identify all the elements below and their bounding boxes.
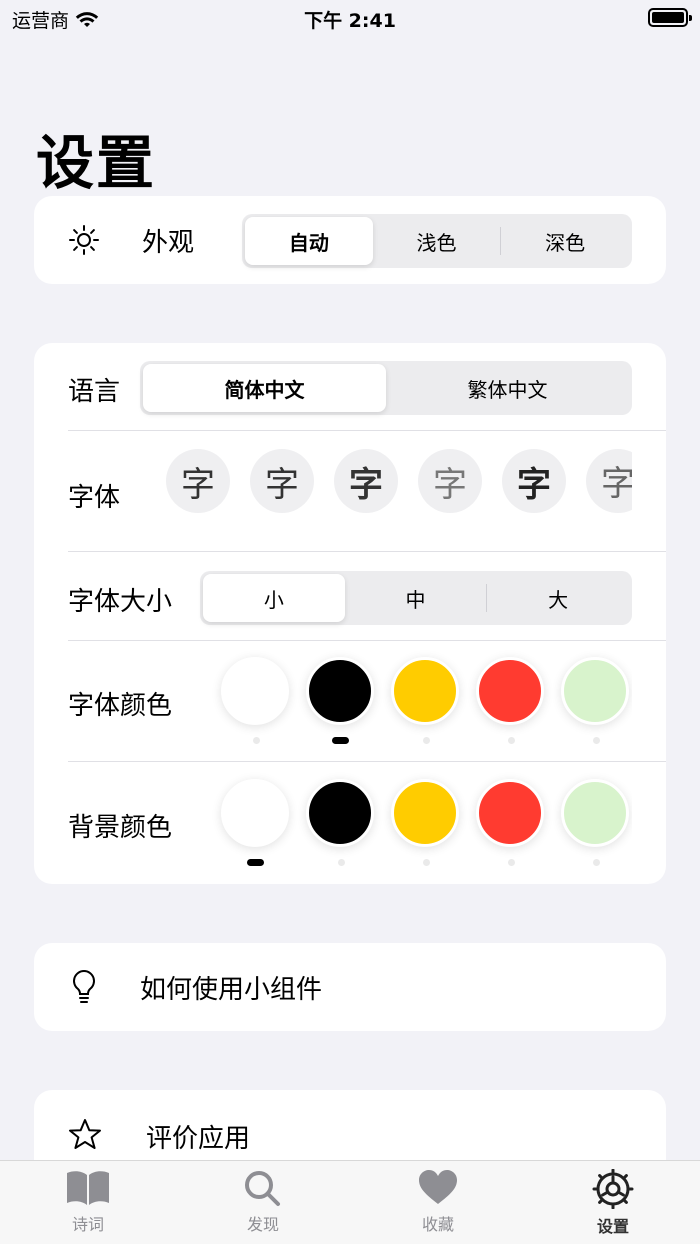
tab-label: 发现 — [246, 1215, 279, 1234]
font-color-red[interactable] — [476, 657, 544, 725]
font-size-option-small[interactable]: 小 — [203, 574, 345, 622]
divider — [68, 551, 666, 552]
rate-app-label: 评价应用 — [146, 1124, 251, 1154]
font-option-4[interactable]: 字 — [418, 449, 482, 513]
color-dot — [338, 859, 345, 866]
bg-color-selected-indicator — [247, 859, 264, 866]
font-size-segmented: 小 中 大 — [200, 571, 632, 625]
color-dot — [423, 859, 430, 866]
color-dot — [593, 737, 600, 744]
appearance-option-light[interactable]: 浅色 — [373, 217, 501, 265]
font-size-label: 字体大小 — [68, 587, 173, 617]
language-option-simplified[interactable]: 简体中文 — [143, 364, 386, 412]
search-icon — [245, 1171, 280, 1206]
language-option-traditional[interactable]: 繁体中文 — [386, 364, 629, 412]
tab-label: 诗词 — [71, 1215, 104, 1234]
bg-color-yellow[interactable] — [391, 779, 459, 847]
page-title: 设置 — [36, 129, 157, 197]
bg-color-red[interactable] — [476, 779, 544, 847]
color-dot — [593, 859, 600, 866]
bg-color-picker — [199, 763, 632, 883]
tab-bar: 诗词 发现 收藏 设置 — [0, 1160, 700, 1244]
tab-settings[interactable]: 设置 — [553, 1169, 673, 1237]
tab-label: 收藏 — [421, 1215, 454, 1234]
color-dot — [253, 737, 260, 744]
bg-color-white[interactable] — [221, 779, 289, 847]
font-color-picker — [199, 641, 632, 761]
tab-label: 设置 — [596, 1217, 629, 1236]
tab-discover[interactable]: 发现 — [203, 1169, 323, 1235]
typography-card: 语言 简体中文 繁体中文 字体 字 字 字 字 字 字 字体大小 小 中 大 字… — [34, 343, 666, 884]
font-option-2[interactable]: 字 — [250, 449, 314, 513]
appearance-label: 外观 — [142, 228, 195, 258]
font-option-1[interactable]: 字 — [166, 449, 230, 513]
font-label: 字体 — [68, 483, 121, 513]
bg-color-label: 背景颜色 — [68, 813, 173, 843]
tab-poems[interactable]: 诗词 — [28, 1169, 148, 1235]
appearance-segmented: 自动 浅色 深色 — [242, 214, 632, 268]
appearance-option-dark[interactable]: 深色 — [501, 217, 629, 265]
bg-color-green[interactable] — [561, 779, 629, 847]
language-segmented: 简体中文 繁体中文 — [140, 361, 632, 415]
tab-favorites[interactable]: 收藏 — [378, 1169, 498, 1235]
color-dot — [508, 737, 515, 744]
font-color-black[interactable] — [306, 657, 374, 725]
divider — [68, 761, 666, 762]
font-size-option-large[interactable]: 大 — [487, 574, 629, 622]
language-label: 语言 — [68, 377, 121, 407]
bg-color-black[interactable] — [306, 779, 374, 847]
book-icon — [67, 1171, 109, 1205]
status-bar: 运营商 下午 2:41 — [0, 0, 700, 36]
font-option-6[interactable]: 字 — [586, 449, 632, 513]
star-icon — [68, 1118, 102, 1152]
font-size-option-medium[interactable]: 中 — [345, 574, 487, 622]
status-time: 下午 2:41 — [304, 10, 396, 32]
color-dot — [508, 859, 515, 866]
widget-help-row[interactable]: 如何使用小组件 — [34, 943, 666, 1031]
font-color-white[interactable] — [221, 657, 289, 725]
heart-icon — [419, 1170, 457, 1204]
font-color-green[interactable] — [561, 657, 629, 725]
battery-icon — [648, 8, 692, 27]
appearance-card: 外观 自动 浅色 深色 — [34, 196, 666, 284]
appearance-option-auto[interactable]: 自动 — [245, 217, 373, 265]
gear-icon — [592, 1169, 634, 1209]
font-color-selected-indicator — [332, 737, 349, 744]
font-picker: 字 字 字 字 字 字 — [164, 447, 632, 527]
sun-icon — [68, 224, 100, 256]
font-color-label: 字体颜色 — [68, 691, 173, 721]
widget-help-label: 如何使用小组件 — [140, 975, 323, 1005]
font-option-5[interactable]: 字 — [502, 449, 566, 513]
divider — [68, 430, 666, 431]
font-option-3[interactable]: 字 — [334, 449, 398, 513]
color-dot — [423, 737, 430, 744]
lightbulb-icon — [68, 967, 100, 1007]
font-color-yellow[interactable] — [391, 657, 459, 725]
